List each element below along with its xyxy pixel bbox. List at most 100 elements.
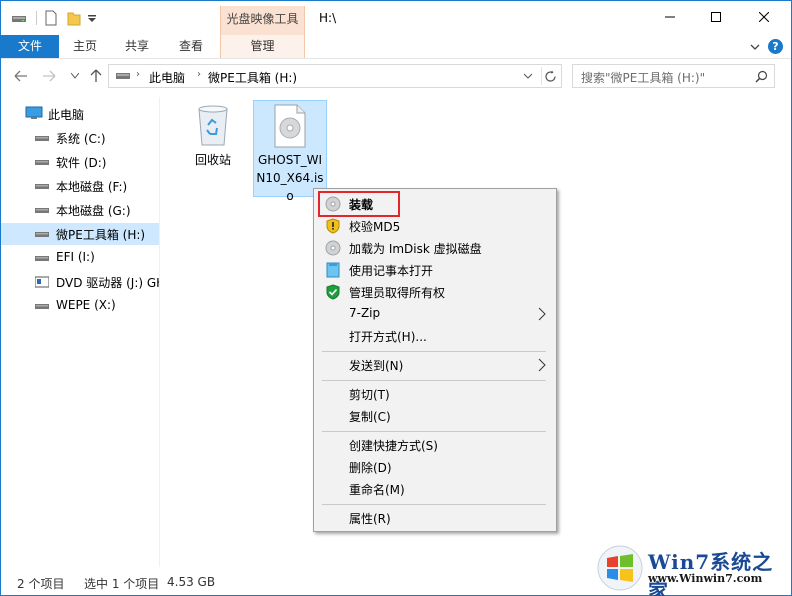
- menu-item-md5[interactable]: 校验MD5: [316, 215, 554, 237]
- tab-home[interactable]: 主页: [63, 35, 107, 58]
- quick-access-separator: [36, 11, 37, 25]
- menu-item-send-to[interactable]: 发送到(N): [316, 354, 554, 376]
- drive-icon: [35, 304, 49, 309]
- menu-separator: [322, 431, 546, 432]
- tab-manage[interactable]: 管理: [220, 35, 305, 58]
- sidebar-item-this-pc[interactable]: 此电脑: [1, 103, 159, 125]
- navigation-bar: › 此电脑 › 微PE工具箱 (H:) 搜索"微PE工具箱 (H:)": [1, 60, 791, 94]
- dvd-drive-icon: [35, 276, 49, 288]
- menu-item-label: 使用记事本打开: [349, 264, 434, 278]
- search-icon[interactable]: [755, 70, 768, 83]
- refresh-icon: [545, 70, 556, 82]
- title-bar: 光盘映像工具 H:\: [1, 1, 791, 35]
- chevron-right-icon: [538, 307, 546, 321]
- minimize-button[interactable]: [647, 1, 693, 33]
- breadcrumb-current[interactable]: 微PE工具箱 (H:): [208, 69, 297, 86]
- close-icon: [759, 12, 769, 22]
- expand-ribbon-icon[interactable]: [749, 41, 761, 53]
- maximize-button[interactable]: [693, 1, 739, 33]
- document-icon[interactable]: [45, 10, 57, 26]
- tab-share[interactable]: 共享: [115, 35, 159, 58]
- ribbon-tabs: 文件 主页 共享 查看 管理 ?: [1, 35, 791, 59]
- context-menu: 装载 校验MD5 加载为 ImDisk 虚拟磁盘 使用记事本打开 管理员取得所有…: [313, 188, 557, 532]
- chevron-down-icon[interactable]: [523, 72, 533, 80]
- recycle-bin-item[interactable]: 回收站: [189, 103, 237, 168]
- menu-separator: [322, 504, 546, 505]
- menu-item-properties[interactable]: 属性(R): [316, 507, 554, 529]
- menu-item-label: 发送到(N): [349, 359, 404, 373]
- sidebar-item-d[interactable]: 软件 (D:): [1, 151, 159, 173]
- sidebar-item-g[interactable]: 本地磁盘 (G:): [1, 199, 159, 221]
- menu-item-7zip[interactable]: 7-Zip: [316, 303, 554, 325]
- disc-image-tools-header: 光盘映像工具: [220, 6, 305, 35]
- menu-item-notepad[interactable]: 使用记事本打开: [316, 259, 554, 281]
- menu-item-delete[interactable]: 删除(D): [316, 456, 554, 478]
- sidebar-item-f[interactable]: 本地磁盘 (F:): [1, 175, 159, 197]
- menu-item-cut[interactable]: 剪切(T): [316, 383, 554, 405]
- search-box[interactable]: 搜索"微PE工具箱 (H:)": [572, 64, 775, 88]
- recent-locations-button[interactable]: [67, 68, 83, 84]
- address-bar[interactable]: › 此电脑 › 微PE工具箱 (H:): [108, 64, 562, 88]
- navigation-pane: 此电脑 系统 (C:) 软件 (D:) 本地磁盘 (F:) 本地磁盘 (G:) …: [1, 97, 160, 567]
- windows-logo-icon: [597, 545, 643, 591]
- drive-icon: [35, 208, 49, 213]
- sidebar-item-label: WEPE (X:): [56, 298, 116, 312]
- customize-toolbar-icon[interactable]: [87, 10, 97, 26]
- sidebar-item-label: 软件 (D:): [56, 156, 107, 170]
- watermark-url: www.Winwin7.com: [648, 572, 763, 585]
- disc-image-file-icon: [274, 104, 306, 148]
- arrow-right-icon: [43, 70, 56, 82]
- arrow-up-icon: [90, 69, 102, 82]
- menu-item-label: 装载: [349, 198, 374, 212]
- breadcrumb-chevron-icon[interactable]: ›: [136, 69, 140, 80]
- breadcrumb-this-pc[interactable]: 此电脑: [149, 69, 185, 86]
- sidebar-item-label: 此电脑: [48, 108, 85, 122]
- menu-item-copy[interactable]: 复制(C): [316, 405, 554, 427]
- close-button[interactable]: [741, 1, 787, 33]
- sidebar-item-x[interactable]: WEPE (X:): [1, 295, 159, 317]
- sidebar-item-j[interactable]: DVD 驱动器 (J:) GH: [1, 271, 160, 293]
- help-icon[interactable]: ?: [768, 39, 783, 54]
- sidebar-item-i[interactable]: EFI (I:): [1, 247, 159, 269]
- forward-button[interactable]: [41, 68, 57, 84]
- menu-item-imdisk[interactable]: 加载为 ImDisk 虚拟磁盘: [316, 237, 554, 259]
- breadcrumb-chevron-icon[interactable]: ›: [197, 69, 201, 80]
- back-button[interactable]: [13, 68, 29, 84]
- computer-icon: [25, 106, 43, 119]
- menu-item-rename[interactable]: 重命名(M): [316, 478, 554, 500]
- folder-icon[interactable]: [67, 10, 81, 26]
- shield-warning-icon: [326, 218, 340, 234]
- selection-count: 选中 1 个项目: [84, 577, 160, 591]
- menu-item-label: 删除(D): [349, 461, 392, 475]
- menu-separator: [322, 380, 546, 381]
- drive-icon: [35, 232, 49, 237]
- sidebar-item-label: DVD 驱动器 (J:) GH: [56, 276, 160, 290]
- refresh-button[interactable]: [541, 67, 559, 85]
- drive-icon[interactable]: [11, 10, 27, 26]
- arrow-left-icon: [14, 70, 27, 82]
- recycle-bin-icon: [198, 105, 228, 146]
- tab-view[interactable]: 查看: [169, 35, 213, 58]
- chevron-right-icon: [538, 358, 546, 372]
- maximize-icon: [711, 12, 721, 22]
- selection-size: 4.53 GB: [167, 575, 216, 589]
- menu-item-label: 校验MD5: [349, 220, 401, 234]
- menu-item-label: 加载为 ImDisk 虚拟磁盘: [349, 242, 482, 256]
- menu-item-mount[interactable]: 装载: [316, 193, 554, 215]
- menu-item-create-shortcut[interactable]: 创建快捷方式(S): [316, 434, 554, 456]
- watermark-logo: Win7系统之家 www.Winwin7.com: [596, 544, 788, 596]
- up-button[interactable]: [88, 68, 104, 84]
- iso-file-item[interactable]: GHOST_WIN10_X64.iso: [253, 100, 327, 203]
- window-title: H:\: [319, 11, 337, 25]
- search-placeholder: 搜索"微PE工具箱 (H:)": [581, 71, 706, 85]
- menu-item-open-with[interactable]: 打开方式(H)...: [316, 325, 554, 347]
- sidebar-item-label: 本地磁盘 (G:): [56, 204, 131, 218]
- sidebar-item-c[interactable]: 系统 (C:): [1, 127, 159, 149]
- sidebar-item-h[interactable]: 微PE工具箱 (H:): [1, 223, 159, 245]
- menu-item-take-ownership[interactable]: 管理员取得所有权: [316, 281, 554, 303]
- file-name: 回收站: [194, 153, 231, 167]
- tab-file[interactable]: 文件: [1, 35, 59, 58]
- sidebar-item-label: 系统 (C:): [56, 132, 106, 146]
- menu-item-label: 7-Zip: [349, 306, 381, 320]
- drive-icon: [116, 73, 130, 79]
